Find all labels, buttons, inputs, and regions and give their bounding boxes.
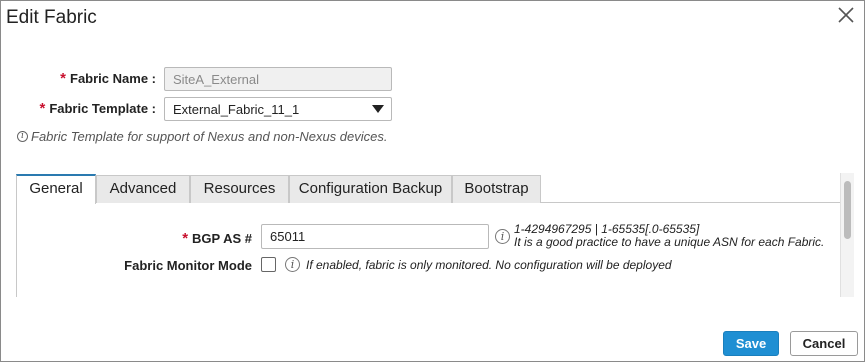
required-mark: * [182, 230, 189, 247]
required-mark: * [39, 100, 46, 117]
close-icon[interactable] [835, 4, 857, 26]
cancel-button[interactable]: Cancel [790, 331, 858, 356]
info-icon: i [17, 131, 28, 142]
tab-general[interactable]: General [16, 174, 96, 204]
fabric-monitor-mode-help: If enabled, fabric is only monitored. No… [306, 258, 672, 272]
tab-configuration-backup[interactable]: Configuration Backup [289, 175, 452, 203]
info-icon[interactable]: i [495, 229, 510, 244]
fabric-monitor-mode-checkbox[interactable] [261, 257, 276, 272]
bgp-as-label: * BGP AS # [182, 230, 252, 247]
panel-scrollbar[interactable] [840, 173, 854, 297]
fabric-name-label: * Fabric Name : [60, 70, 156, 87]
fabric-template-label: * Fabric Template : [39, 100, 156, 117]
tab-bar: General Advanced Resources Configuration… [16, 173, 840, 204]
tab-resources[interactable]: Resources [190, 175, 289, 203]
tab-advanced[interactable]: Advanced [96, 175, 190, 203]
dialog-title: Edit Fabric [6, 7, 97, 28]
bgp-as-note: It is a good practice to have a unique A… [514, 235, 825, 249]
save-button[interactable]: Save [723, 331, 779, 356]
fabric-template-select[interactable]: External_Fabric_11_1 [164, 97, 392, 121]
dropdown-arrow-icon [372, 105, 384, 113]
bgp-as-input[interactable]: 65011 [261, 224, 489, 249]
info-icon[interactable]: i [285, 257, 300, 272]
bgp-as-help: 1-4294967295 | 1-65535[.0-65535] It is a… [514, 223, 844, 249]
fabric-monitor-mode-label: Fabric Monitor Mode [124, 258, 252, 273]
tabs-container: General Advanced Resources Configuration… [16, 173, 854, 297]
template-hint: i Fabric Template for support of Nexus a… [17, 129, 387, 144]
fabric-name-input[interactable]: SiteA_External [164, 67, 392, 91]
required-mark: * [60, 70, 67, 87]
fabric-template-value: External_Fabric_11_1 [173, 102, 300, 117]
scrollbar-thumb[interactable] [844, 181, 851, 239]
template-hint-text: Fabric Template for support of Nexus and… [31, 129, 388, 144]
edit-fabric-dialog: Edit Fabric * Fabric Name : SiteA_Externa… [0, 0, 865, 362]
tab-bootstrap[interactable]: Bootstrap [452, 175, 541, 203]
general-tab-panel: * BGP AS # 65011 i 1-4294967295 | 1-65535… [16, 203, 840, 297]
